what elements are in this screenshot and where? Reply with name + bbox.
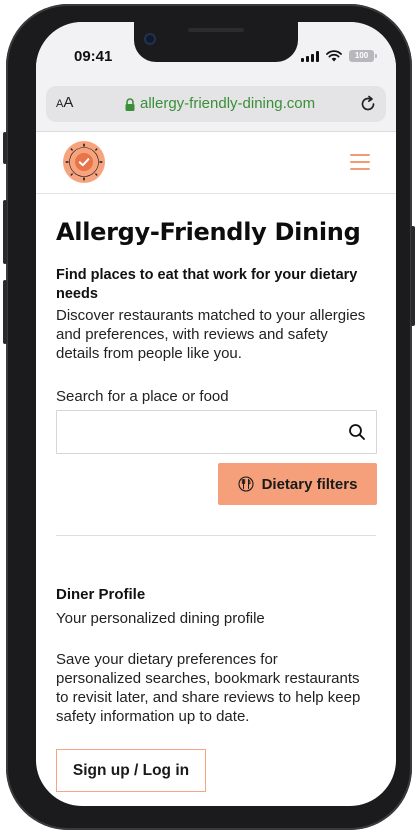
mute-switch <box>3 132 7 164</box>
power-button <box>411 226 415 326</box>
url-text[interactable]: allergy-friendly-dining.com <box>140 95 315 112</box>
speaker-grille <box>188 28 244 32</box>
wifi-icon <box>326 50 342 62</box>
dietary-filter-icon <box>238 476 254 492</box>
hamburger-menu-icon[interactable] <box>350 154 370 170</box>
hero-description: Discover restaurants matched to your all… <box>56 307 366 362</box>
lock-icon <box>125 98 135 111</box>
browser-toolbar: AA allergy-friendly-dining.com <box>36 84 396 132</box>
address-bar[interactable]: AA allergy-friendly-dining.com <box>46 86 386 122</box>
phone-frame: 09:41 100 AA allergy-friendly-dining.com… <box>3 4 415 830</box>
volume-down-button <box>3 280 7 344</box>
site-header <box>36 132 396 194</box>
cellular-signal-icon <box>301 50 319 62</box>
volume-up-button <box>3 200 7 264</box>
profile-heading: Diner Profile <box>56 586 146 603</box>
status-time: 09:41 <box>74 48 113 65</box>
dietary-filters-button[interactable]: Dietary filters <box>218 463 377 505</box>
front-camera <box>144 33 156 45</box>
profile-description: Save your dietary preferences for person… <box>56 651 361 725</box>
section-divider <box>56 535 376 536</box>
page-title: Allergy-Friendly Dining <box>56 218 361 246</box>
search-icon[interactable] <box>348 423 366 441</box>
phone-screen: 09:41 100 AA allergy-friendly-dining.com… <box>36 22 396 806</box>
text-size-button[interactable]: AA <box>56 94 73 112</box>
notch <box>134 22 298 62</box>
reload-icon[interactable] <box>358 94 378 114</box>
site-logo[interactable] <box>62 140 106 184</box>
profile-subheading: Your personalized dining profile <box>56 610 265 627</box>
search-input[interactable] <box>57 411 337 453</box>
search-box[interactable] <box>56 410 377 454</box>
dietary-filters-label: Dietary filters <box>261 475 358 493</box>
battery-indicator: 100 <box>349 50 377 62</box>
signup-login-button[interactable]: Sign up / Log in <box>56 749 206 792</box>
status-icons: 100 <box>301 50 377 62</box>
hero-subtitle: Find places to eat that work for your di… <box>56 267 358 302</box>
search-label: Search for a place or food <box>56 388 229 405</box>
